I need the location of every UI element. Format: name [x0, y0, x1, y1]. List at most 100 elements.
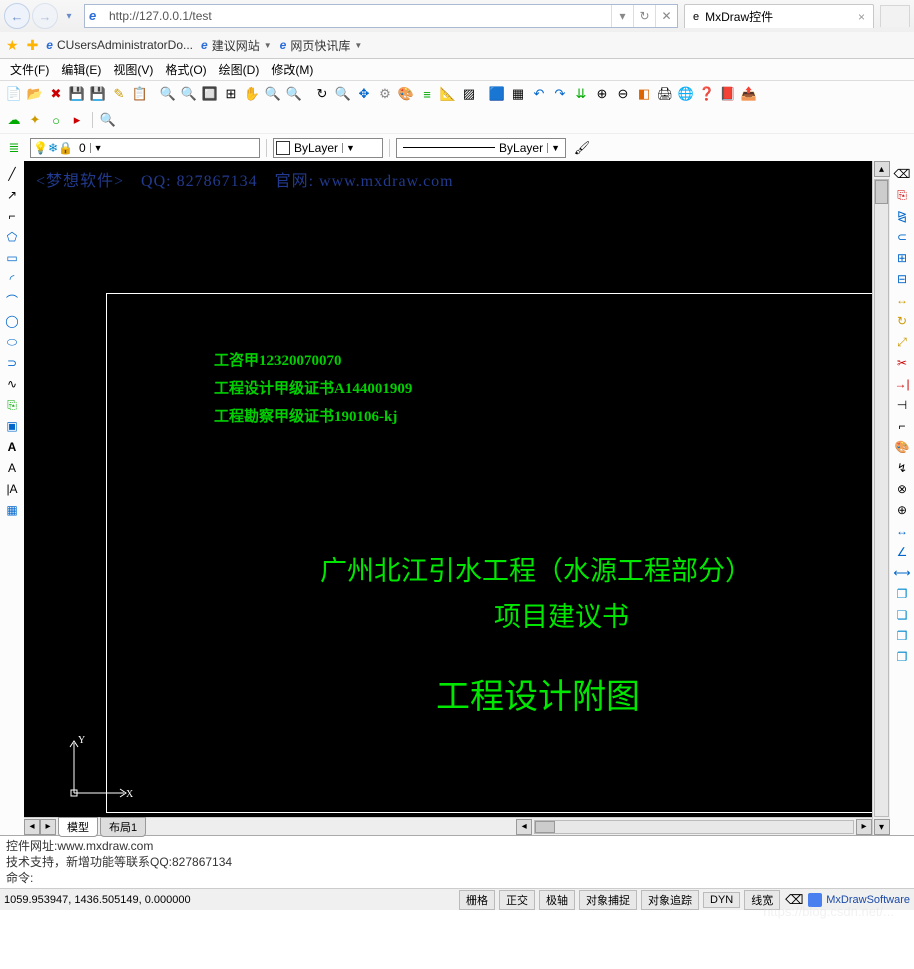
saveas-icon[interactable]: 💾 [88, 84, 108, 104]
tab-scroll-right-icon[interactable]: ▸ [40, 819, 56, 835]
array2-icon[interactable]: ⊟ [893, 270, 911, 288]
export-icon[interactable]: 📤 [739, 84, 759, 104]
browser-tab[interactable]: e MxDraw控件 × [684, 4, 874, 28]
move-icon[interactable]: ✥ [354, 84, 374, 104]
tool-x-icon[interactable]: ⊗ [893, 480, 911, 498]
vscroll-thumb[interactable] [875, 180, 888, 204]
print-icon[interactable]: 🖨 [655, 84, 675, 104]
fill-icon[interactable]: ▨ [459, 84, 479, 104]
ray-icon[interactable]: ↗ [3, 186, 21, 204]
stop-button[interactable]: ✕ [655, 5, 677, 27]
hatch-icon[interactable]: ▦ [3, 501, 21, 519]
status-polar[interactable]: 极轴 [539, 890, 575, 910]
color-combo[interactable]: ByLayer▼ [273, 138, 383, 158]
text-a-icon[interactable]: A [3, 438, 21, 456]
hscroll-left-icon[interactable]: ◂ [516, 819, 532, 835]
spline-icon[interactable]: ∿ [3, 375, 21, 393]
pline-icon[interactable]: ⌐ [3, 207, 21, 225]
save-icon[interactable]: 💾 [67, 84, 87, 104]
add-favorite-icon[interactable]: ✚ [27, 37, 39, 54]
zoom-prev-icon[interactable]: 🔍 [284, 84, 304, 104]
favorites-icon[interactable]: ★ [6, 37, 19, 54]
hscroll-thumb[interactable] [535, 821, 555, 833]
address-bar[interactable]: e ▾ ↻ ✕ [84, 4, 678, 28]
layer-paste-icon[interactable]: ❏ [893, 606, 911, 624]
help-icon[interactable]: ❓ [697, 84, 717, 104]
move2-icon[interactable]: ↔ [893, 291, 911, 309]
menu-view[interactable]: 视图(V) [107, 59, 159, 80]
layer-extra-icon[interactable]: ❐ [893, 648, 911, 666]
fav-link-1[interactable]: eCUsersAdministratorDo... [46, 38, 193, 52]
link-icon[interactable]: ⚙ [375, 84, 395, 104]
extend-icon[interactable]: →| [893, 375, 911, 393]
angle-icon[interactable]: ∠ [893, 543, 911, 561]
measure-icon[interactable]: 📐 [438, 84, 458, 104]
insert-icon[interactable]: ⎘ [3, 396, 21, 414]
zoom-all-icon[interactable]: 🔍 [333, 84, 353, 104]
fillet-icon[interactable]: ⌐ [893, 417, 911, 435]
line-icon[interactable]: ╱ [3, 165, 21, 183]
tool-c-icon[interactable]: ◧ [634, 84, 654, 104]
drawing-canvas[interactable]: <梦想软件> QQ: 827867134 官网: www.mxdraw.com … [24, 161, 872, 817]
redo-icon[interactable]: ↷ [550, 84, 570, 104]
scale-icon[interactable]: ⤢ [893, 333, 911, 351]
menu-modify[interactable]: 修改(M) [265, 59, 319, 80]
linetype-combo[interactable]: ByLayer▼ [396, 138, 566, 158]
palette2-icon[interactable]: 🎨 [893, 438, 911, 456]
hscroll-track[interactable] [534, 820, 854, 834]
back-button[interactable]: ← [4, 3, 30, 29]
close-tab-icon[interactable]: × [858, 10, 865, 24]
block-icon[interactable]: ▣ [3, 417, 21, 435]
menu-draw[interactable]: 绘图(D) [213, 59, 266, 80]
tool-a-icon[interactable]: ⊕ [592, 84, 612, 104]
rotate-icon[interactable]: ↻ [893, 312, 911, 330]
edge-icon[interactable]: ↯ [893, 459, 911, 477]
menu-file[interactable]: 文件(F) [4, 59, 55, 80]
zoom-extent-icon[interactable]: ⊞ [221, 84, 241, 104]
refresh-button[interactable]: ↻ [633, 5, 655, 27]
layer-manager-icon[interactable]: ≣ [4, 138, 24, 158]
layer-copy-icon[interactable]: ❐ [893, 585, 911, 603]
edit-icon[interactable]: ✎ [109, 84, 129, 104]
vscroll-down-icon[interactable]: ▾ [874, 819, 890, 835]
mtext-icon[interactable]: |A [3, 480, 21, 498]
copy2-icon[interactable]: ⎘ [893, 186, 911, 204]
dist-icon[interactable]: ↔ [893, 522, 911, 540]
command-input[interactable] [33, 870, 908, 886]
zoom-out-icon[interactable]: 🔍 [179, 84, 199, 104]
circle-tool-icon[interactable]: ○ [46, 110, 66, 130]
status-ortho[interactable]: 正交 [499, 890, 535, 910]
model-tab[interactable]: 模型 [58, 817, 98, 837]
text-a2-icon[interactable]: A [3, 459, 21, 477]
undo-icon[interactable]: ↶ [529, 84, 549, 104]
arrow-down-icon[interactable]: ⇊ [571, 84, 591, 104]
history-dropdown[interactable]: ▾ [60, 7, 78, 25]
menu-edit[interactable]: 编辑(E) [55, 59, 107, 80]
fav-link-2[interactable]: e建议网站▼ [201, 37, 272, 54]
zoom-window-icon[interactable]: 🔲 [200, 84, 220, 104]
new-icon[interactable]: 📄 [4, 84, 24, 104]
new-tab-button[interactable] [880, 5, 910, 27]
status-osnap[interactable]: 对象捕捉 [579, 890, 637, 910]
pdf-icon[interactable]: 📕 [718, 84, 738, 104]
trim-icon[interactable]: ✂ [893, 354, 911, 372]
palette-icon[interactable]: 🎨 [396, 84, 416, 104]
url-input[interactable] [109, 9, 611, 23]
arc2-icon[interactable]: ⌒ [3, 291, 21, 309]
brush-icon[interactable]: 🖌 [572, 138, 592, 158]
ellipse-arc-icon[interactable]: ⊃ [3, 354, 21, 372]
copy-icon[interactable]: 📋 [130, 84, 150, 104]
tool-y-icon[interactable]: ⊕ [893, 501, 911, 519]
hscroll-right-icon[interactable]: ▸ [856, 819, 872, 835]
arc-icon[interactable]: ◜ [3, 270, 21, 288]
globe-icon[interactable]: 🌐 [676, 84, 696, 104]
addr-dropdown[interactable]: ▾ [611, 5, 633, 27]
tool-b-icon[interactable]: ⊖ [613, 84, 633, 104]
status-otrack[interactable]: 对象追踪 [641, 890, 699, 910]
status-lwt[interactable]: 线宽 [744, 890, 780, 910]
layout1-tab[interactable]: 布局1 [100, 817, 146, 837]
open-icon[interactable]: 📂 [25, 84, 45, 104]
layer-del-icon[interactable]: ❒ [893, 627, 911, 645]
array-icon[interactable]: ⊞ [893, 249, 911, 267]
pan-icon[interactable]: ✋ [242, 84, 262, 104]
